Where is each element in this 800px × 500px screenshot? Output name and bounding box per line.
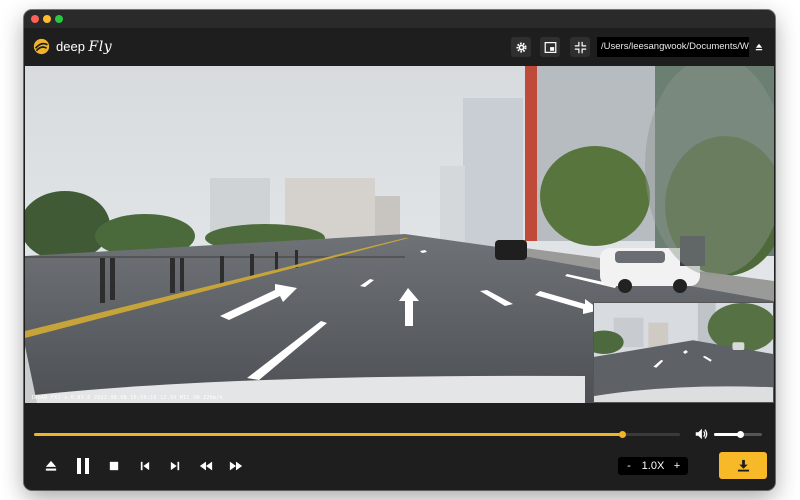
timeline-handle[interactable] bbox=[618, 431, 626, 438]
settings-button[interactable] bbox=[511, 37, 531, 57]
app-logo: deep Fly bbox=[33, 38, 112, 55]
pause-button[interactable] bbox=[75, 456, 91, 476]
stop-icon bbox=[109, 461, 119, 471]
download-icon bbox=[737, 459, 749, 472]
rear-camera-pip[interactable] bbox=[593, 302, 774, 403]
speed-decrease-button[interactable]: - bbox=[624, 460, 634, 472]
path-menu-button[interactable] bbox=[750, 37, 768, 57]
picture-in-picture-button[interactable] bbox=[540, 37, 560, 57]
maximize-window-button[interactable] bbox=[55, 15, 63, 23]
speed-value: 1.0X bbox=[641, 460, 665, 472]
skip-back-icon bbox=[140, 461, 150, 471]
logo-text: deep Fly bbox=[56, 39, 112, 55]
eject-icon bbox=[45, 460, 57, 471]
volume-handle[interactable] bbox=[737, 431, 745, 438]
eject-button[interactable] bbox=[44, 458, 58, 474]
collapse-arrows-icon bbox=[574, 41, 586, 53]
exit-fullscreen-button[interactable] bbox=[570, 37, 590, 57]
logo-prefix: deep bbox=[56, 38, 85, 54]
rewind-icon bbox=[199, 461, 213, 471]
gear-icon bbox=[515, 41, 527, 53]
picture-in-picture-icon bbox=[544, 41, 556, 53]
speed-increase-button[interactable]: + bbox=[672, 460, 682, 472]
stop-button[interactable] bbox=[108, 458, 120, 474]
skip-back-button[interactable] bbox=[138, 458, 152, 474]
fast-forward-icon bbox=[229, 461, 243, 471]
volume-icon[interactable] bbox=[694, 427, 708, 441]
video-player[interactable]: IROAD FX2 v.0.03.0 2022.08.08 10:59:16 1… bbox=[25, 66, 774, 403]
rewind-button[interactable] bbox=[197, 458, 215, 474]
timeline-slider[interactable] bbox=[34, 431, 680, 438]
logo-icon bbox=[33, 38, 50, 55]
skip-forward-icon bbox=[170, 461, 180, 471]
app-window: deep Fly /Users/leesangwook/Documents/Wo… bbox=[24, 10, 775, 490]
eject-icon bbox=[755, 43, 763, 51]
title-bar bbox=[24, 10, 775, 28]
close-window-button[interactable] bbox=[31, 15, 39, 23]
dashcam-overlay-text: IROAD FX2 v.0.03.0 2022.08.08 10:59:16 1… bbox=[31, 395, 223, 401]
playback-controls: - 1.0X + bbox=[24, 403, 775, 490]
app-header: deep Fly /Users/leesangwook/Documents/Wo… bbox=[24, 28, 775, 65]
playback-speed-control: - 1.0X + bbox=[618, 457, 688, 475]
skip-forward-button[interactable] bbox=[168, 458, 182, 474]
minimize-window-button[interactable] bbox=[43, 15, 51, 23]
fast-forward-button[interactable] bbox=[227, 458, 245, 474]
timeline-progress bbox=[34, 433, 622, 436]
pause-icon bbox=[77, 458, 89, 474]
download-button[interactable] bbox=[719, 452, 767, 479]
volume-slider[interactable] bbox=[714, 431, 762, 438]
file-path-field[interactable]: /Users/leesangwook/Documents/Work/ bbox=[597, 37, 749, 57]
logo-suffix: Fly bbox=[88, 38, 113, 55]
rear-camera-frame bbox=[594, 303, 773, 402]
